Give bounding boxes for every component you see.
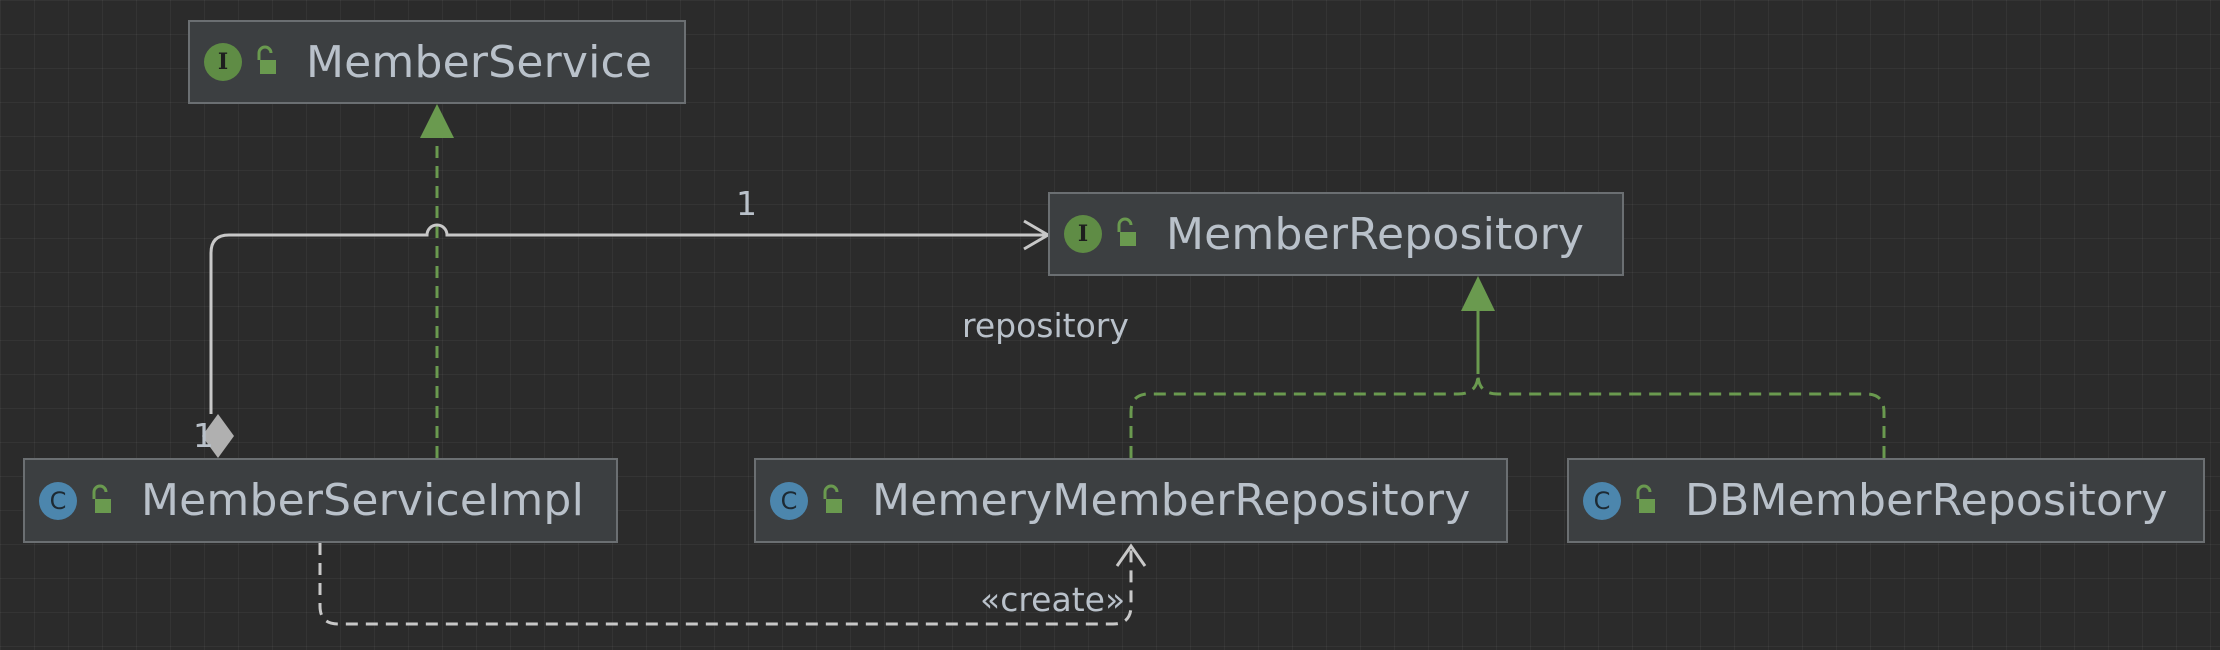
unlocked-icon: [92, 484, 111, 513]
realization-arrowhead-service: [420, 104, 454, 138]
member-service-impl-node[interactable]: C MemberServiceImpl: [23, 458, 618, 543]
unlocked-icon: [257, 45, 276, 74]
unlocked-icon: [1117, 217, 1136, 246]
unlocked-icon: [1636, 484, 1655, 513]
class-icon: C: [39, 481, 77, 520]
realization-edge-memery[interactable]: [1129, 373, 1480, 458]
realization-arrowhead-repository: [1461, 276, 1495, 311]
realization-edge-db[interactable]: [1476, 373, 1886, 458]
source-multiplicity-label: 1: [193, 416, 214, 455]
class-name: MemeryMemberRepository: [872, 475, 1471, 526]
member-repository-node[interactable]: I MemberRepository: [1048, 192, 1624, 276]
class-name: MemberService: [306, 36, 653, 88]
memery-member-repository-node[interactable]: C MemeryMemberRepository: [754, 458, 1508, 543]
class-icon: C: [770, 481, 808, 520]
interface-icon: I: [1064, 215, 1102, 253]
interface-icon: I: [204, 43, 242, 81]
role-label: repository: [962, 306, 1129, 345]
class-icon: C: [1583, 481, 1621, 520]
class-name: MemberServiceImpl: [141, 475, 584, 526]
target-multiplicity-label: 1: [736, 184, 757, 223]
db-member-repository-node[interactable]: C DBMemberRepository: [1567, 458, 2205, 543]
class-name: MemberRepository: [1166, 208, 1585, 260]
class-name: DBMemberRepository: [1685, 475, 2168, 526]
member-service-node[interactable]: I MemberService: [188, 20, 686, 104]
aggregation-edge[interactable]: [209, 223, 1048, 414]
unlocked-icon: [823, 484, 842, 513]
create-stereotype-label: «create»: [980, 580, 1126, 619]
